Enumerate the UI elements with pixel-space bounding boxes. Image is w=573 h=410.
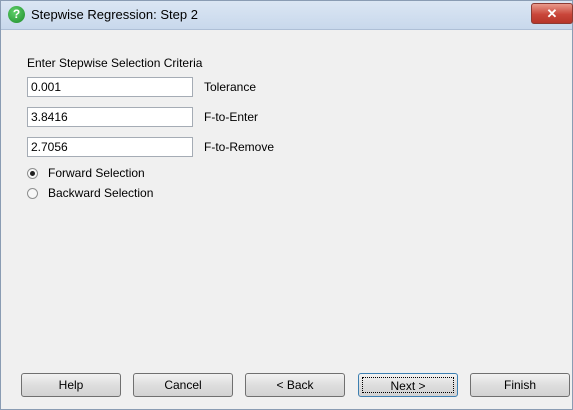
close-button[interactable]: ✕ <box>531 3 573 24</box>
window-title: Stepwise Regression: Step 2 <box>31 7 198 22</box>
help-button[interactable]: Help <box>21 373 121 397</box>
f-to-enter-input[interactable] <box>27 107 193 127</box>
help-question-icon: ? <box>8 6 25 23</box>
backward-selection-radio[interactable] <box>27 188 38 199</box>
tolerance-input[interactable] <box>27 77 193 97</box>
criteria-heading: Enter Stepwise Selection Criteria <box>27 56 203 70</box>
tolerance-label: Tolerance <box>204 80 257 94</box>
cancel-button[interactable]: Cancel <box>133 373 233 397</box>
title-bar: ? Stepwise Regression: Step 2 ✕ <box>1 1 573 30</box>
finish-button[interactable]: Finish <box>470 373 570 397</box>
back-button[interactable]: < Back <box>245 373 345 397</box>
f-to-remove-label: F-to-Remove <box>204 140 275 154</box>
next-button-label: Next > <box>362 377 454 393</box>
dialog-window: ? Stepwise Regression: Step 2 ✕ Enter St… <box>0 0 573 410</box>
f-to-enter-label: F-to-Enter <box>204 110 259 124</box>
close-icon: ✕ <box>546 6 558 21</box>
backward-selection-label: Backward Selection <box>48 186 154 200</box>
next-button[interactable]: Next > <box>358 373 458 397</box>
f-to-remove-input[interactable] <box>27 137 193 157</box>
forward-selection-label: Forward Selection <box>48 166 145 180</box>
forward-selection-radio[interactable] <box>27 168 38 179</box>
